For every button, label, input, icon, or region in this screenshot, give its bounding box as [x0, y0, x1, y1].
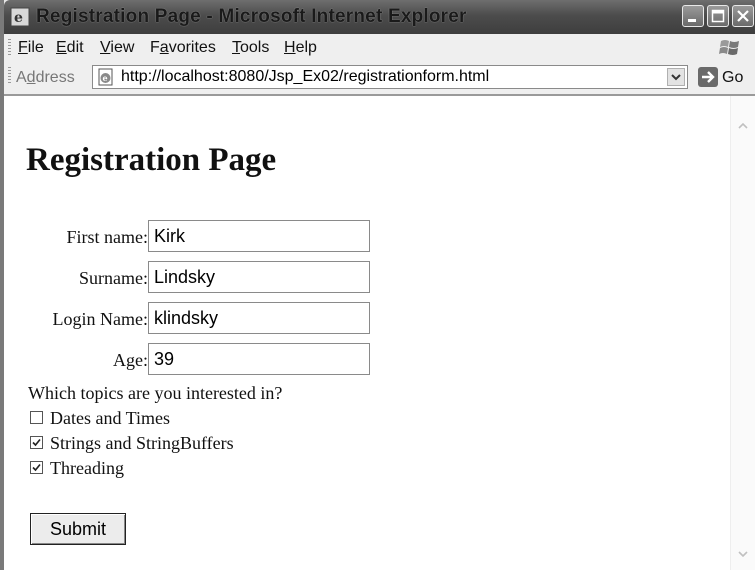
checkmark-icon — [32, 463, 41, 472]
menu-help-accel: H — [284, 39, 296, 56]
menu-edit[interactable]: Edit — [56, 39, 84, 57]
chevron-up-icon[interactable] — [735, 118, 751, 134]
chevron-down-icon[interactable] — [735, 546, 751, 562]
maximize-button[interactable] — [707, 5, 729, 27]
go-arrow-icon — [702, 71, 715, 83]
first-name-field[interactable] — [148, 220, 370, 252]
address-input[interactable]: e http://localhost:8080/Jsp_Ex02/registr… — [92, 65, 688, 89]
topic-threading-label: Threading — [50, 458, 124, 478]
surname-label: Surname: — [79, 268, 148, 288]
minimize-button[interactable] — [682, 5, 704, 27]
surname-field[interactable] — [148, 261, 370, 293]
menu-tools-accel: T — [232, 39, 240, 56]
browser-window: e Registration Page - Microsoft Internet… — [0, 0, 755, 570]
close-icon — [737, 10, 749, 22]
ie-logo-icon: e — [10, 7, 30, 27]
menu-favorites-accel: a — [159, 39, 169, 56]
menu-file-label: ile — [27, 39, 44, 56]
address-label-accel: d — [26, 69, 36, 86]
first-name-label: First name: — [66, 227, 149, 247]
topic-strings-label: Strings and StringBuffers — [50, 433, 234, 453]
title-bar: e Registration Page - Microsoft Internet… — [4, 0, 755, 34]
menu-tools-label: ools — [240, 39, 270, 56]
topic-strings-checkbox[interactable] — [30, 436, 43, 449]
topics-question: Which topics are you interested in? — [28, 383, 283, 403]
address-label-rest: dress — [35, 69, 75, 86]
submit-button[interactable]: Submit — [30, 513, 126, 545]
address-grip[interactable] — [8, 67, 11, 85]
menu-file-accel: F — [18, 39, 28, 56]
go-label[interactable]: Go — [722, 69, 743, 87]
menu-favorites-label: vorites — [168, 39, 216, 56]
login-name-label: Login Name: — [52, 309, 148, 329]
chevron-down-icon — [671, 74, 681, 81]
menu-favorites[interactable]: Favorites — [150, 39, 216, 57]
maximize-icon — [711, 9, 725, 23]
menu-view-accel: V — [100, 39, 111, 56]
toolbar-grip[interactable] — [8, 39, 11, 57]
vertical-scrollbar[interactable] — [730, 96, 755, 570]
age-label: Age: — [113, 350, 148, 370]
minimize-icon — [688, 19, 696, 22]
checkmark-icon — [32, 438, 41, 447]
svg-text:e: e — [103, 73, 108, 83]
window-title: Registration Page - Microsoft Internet E… — [36, 6, 467, 27]
svg-text:e: e — [14, 10, 23, 26]
windows-flag-icon — [719, 40, 739, 55]
topic-dates-checkbox[interactable] — [30, 411, 43, 424]
menu-tools[interactable]: Tools — [232, 39, 269, 57]
menu-edit-label: dit — [66, 39, 84, 56]
age-field[interactable] — [148, 343, 370, 375]
address-dropdown-button[interactable] — [667, 68, 685, 86]
menu-help[interactable]: Help — [284, 39, 317, 57]
menu-view-label: iew — [110, 39, 135, 56]
address-url: http://localhost:8080/Jsp_Ex02/registrat… — [121, 68, 490, 85]
menu-bar: File Edit View Favorites Tools Help — [4, 34, 755, 63]
menu-file[interactable]: File — [18, 39, 44, 57]
go-button[interactable] — [698, 67, 718, 87]
menu-help-label: elp — [295, 39, 317, 56]
address-label: Address — [16, 69, 75, 87]
address-label-prefix: A — [16, 69, 27, 86]
login-name-field[interactable] — [148, 302, 370, 334]
close-button[interactable] — [732, 5, 754, 27]
topic-threading-checkbox[interactable] — [30, 461, 43, 474]
ie-page-icon: e — [98, 68, 113, 86]
menu-edit-accel: E — [56, 39, 67, 56]
address-bar: Address e http://localhost:8080/Jsp_Ex02… — [4, 62, 755, 96]
menu-favorites-prefix: F — [150, 39, 160, 56]
topic-dates-label: Dates and Times — [50, 408, 171, 428]
page-heading: Registration Page — [26, 142, 277, 178]
menu-view[interactable]: View — [100, 39, 134, 57]
page-content: Registration Page First name: Surname: L… — [4, 96, 755, 570]
